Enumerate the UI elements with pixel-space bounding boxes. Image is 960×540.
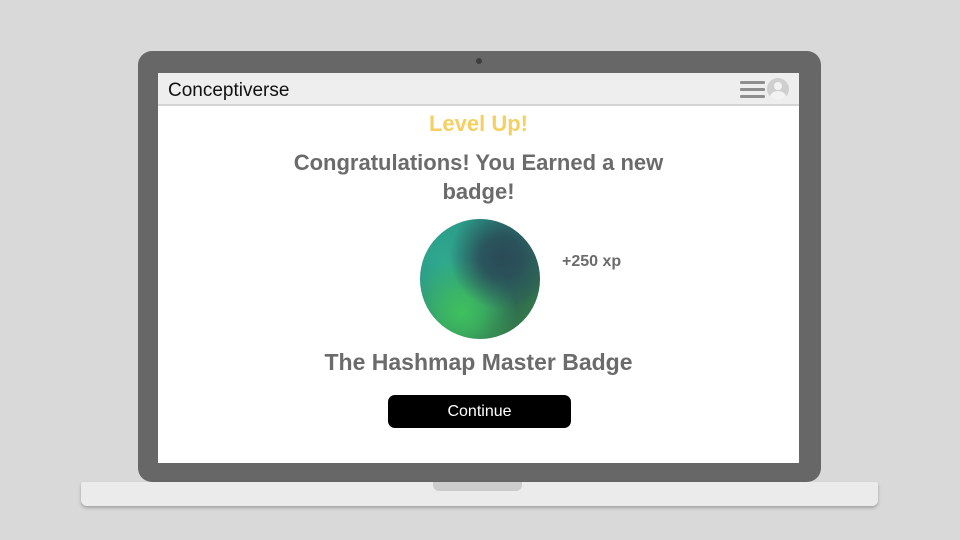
avatar-head	[774, 82, 782, 90]
camera-icon	[476, 58, 482, 64]
user-avatar-icon[interactable]	[767, 78, 789, 100]
level-up-heading: Level Up!	[428, 111, 529, 136]
hamburger-menu-icon[interactable]	[740, 80, 765, 99]
congratulations-message: Congratulations! You Earned a new badge!	[293, 150, 664, 204]
laptop-base-notch	[433, 482, 522, 491]
laptop-screen: Conceptiverse Level Up! Congratulations!…	[158, 73, 799, 463]
badge-name: The Hashmap Master Badge	[324, 349, 633, 375]
menu-bar	[740, 95, 765, 98]
device-mockup: Conceptiverse Level Up! Congratulations!…	[0, 0, 960, 540]
xp-reward-label: +250 xp	[562, 253, 622, 270]
menu-bar	[740, 81, 765, 84]
app-header: Conceptiverse	[158, 73, 799, 106]
avatar-body	[770, 91, 786, 100]
laptop-base	[81, 482, 878, 506]
menu-bar	[740, 88, 765, 91]
badge-image	[420, 219, 540, 339]
laptop-lid: Conceptiverse Level Up! Congratulations!…	[138, 51, 821, 482]
app-title: Conceptiverse	[168, 80, 290, 101]
continue-button[interactable]: Continue	[388, 395, 571, 428]
